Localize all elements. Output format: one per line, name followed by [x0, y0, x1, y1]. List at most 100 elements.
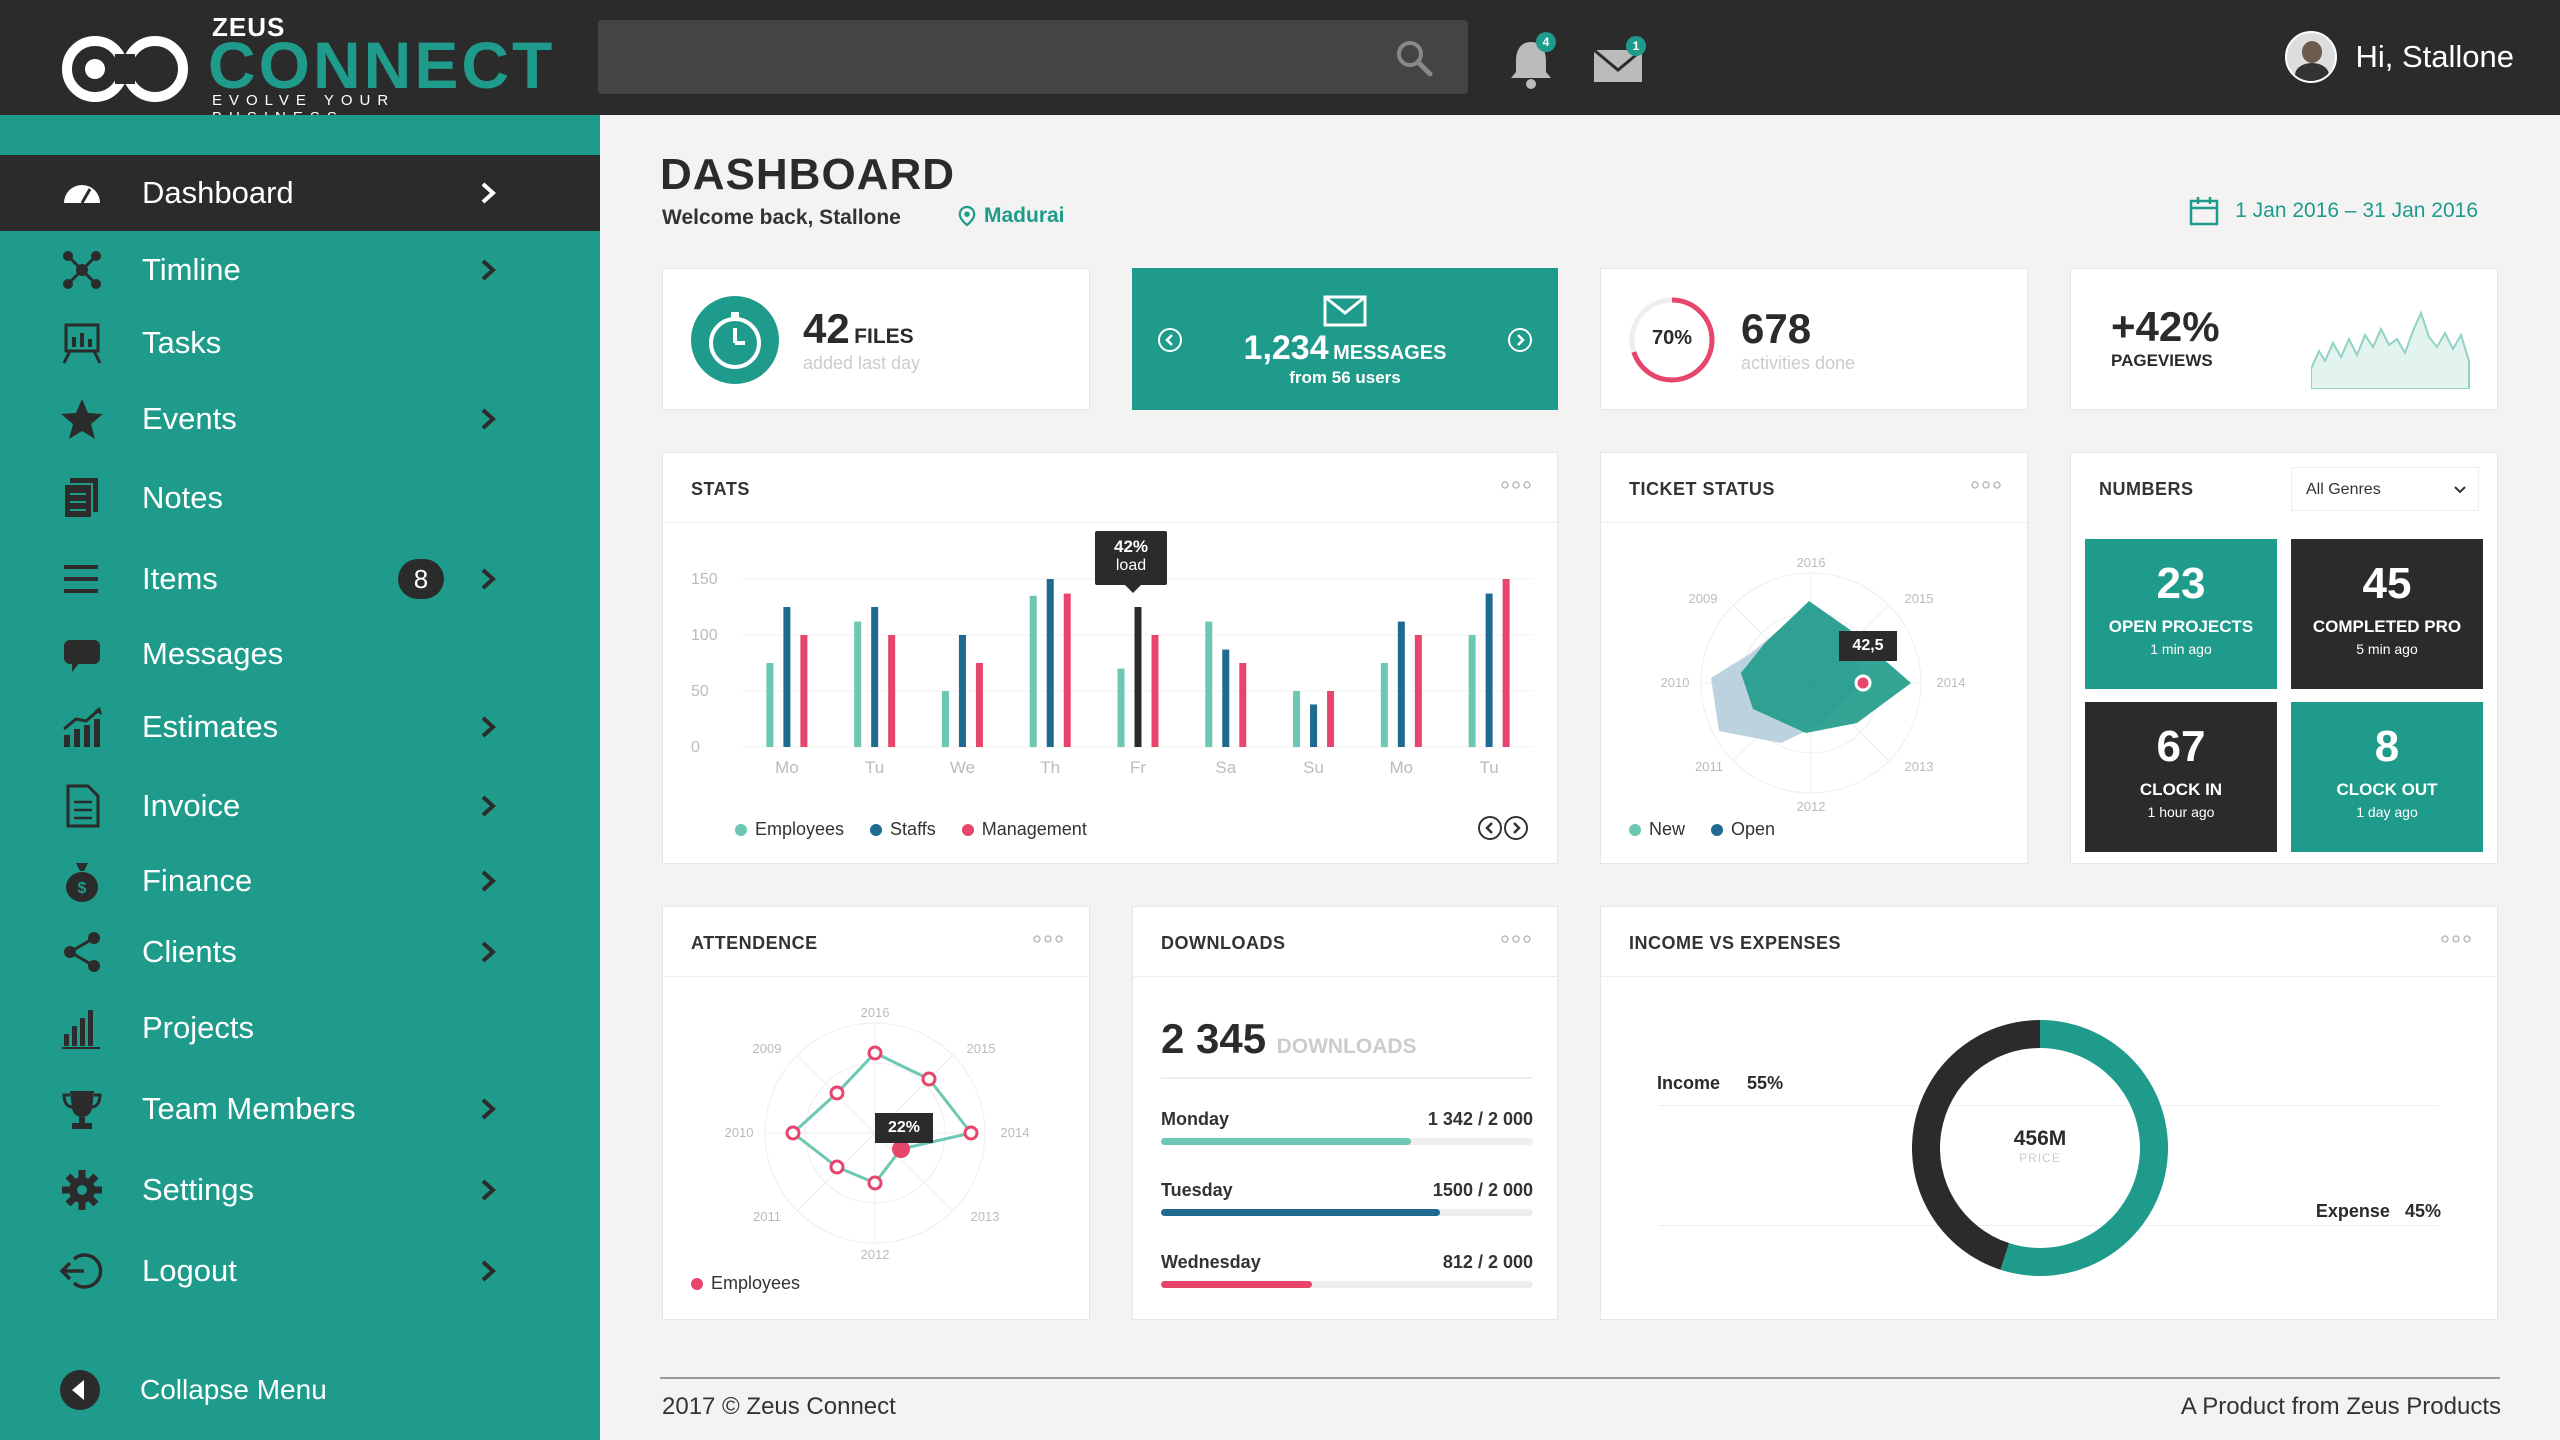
chevron-right-icon: [481, 259, 496, 281]
notifications-badge: 4: [1536, 32, 1556, 52]
svg-text:$: $: [78, 880, 87, 897]
timeline-nodes-icon: [63, 251, 101, 289]
chevron-right-icon: [481, 795, 496, 817]
income-card-header: INCOME VS EXPENSES: [1601, 907, 2497, 977]
activities-sub: activities done: [1741, 353, 1856, 373]
more-options-icon[interactable]: [1501, 933, 1531, 945]
legend-management: Management: [961, 819, 1087, 840]
logo-mark-icon: [62, 36, 188, 102]
chat-bubble-icon: [64, 640, 100, 672]
clock-out-tile[interactable]: 8 CLOCK OUT 1 day ago: [2291, 702, 2483, 852]
stats-x-tick: Tu: [865, 758, 884, 777]
sidebar-item-estimates[interactable]: Estimates: [0, 689, 600, 765]
downloads-card: DOWNLOADS 2 345 DOWNLOADS Monday 1 342 / …: [1132, 906, 1558, 1320]
sidebar-item-label: Estimates: [142, 709, 279, 744]
stats-next-button[interactable]: [1503, 815, 1529, 841]
sidebar-item-tasks[interactable]: Tasks: [0, 305, 600, 381]
tile-value: 45: [2362, 559, 2412, 608]
list-icon: [64, 565, 98, 593]
tile-sub: 1 hour ago: [2147, 804, 2215, 820]
clock-in-tile[interactable]: 67 CLOCK IN 1 hour ago: [2085, 702, 2277, 852]
stats-legend: Employees Staffs Management: [735, 819, 1087, 840]
search-icon[interactable]: [1394, 38, 1434, 78]
stats-bar: [766, 663, 774, 747]
legend-new: New: [1629, 819, 1685, 840]
ticket-title: TICKET STATUS: [1629, 479, 1775, 499]
stats-x-tick: Tu: [1480, 758, 1499, 777]
stats-bar: [1117, 668, 1125, 747]
stats-card: STATS 0 50 100 150 Mo Tu We Th Fr Sa Su Mo Tu 42% lo…: [662, 452, 1558, 864]
sidebar-item-finance[interactable]: $ Finance: [0, 843, 600, 919]
sidebar-item-logout[interactable]: Logout: [0, 1233, 600, 1309]
sidebar-item-label: Events: [142, 401, 237, 436]
avatar[interactable]: [2285, 31, 2338, 83]
tile-label: CLOCK OUT: [2336, 780, 2438, 799]
downloads-total: 2 345: [1161, 1015, 1267, 1062]
completed-projects-tile[interactable]: 45 COMPLETED PRO 5 min ago: [2291, 539, 2483, 689]
messages-unit: MESSAGES: [1333, 342, 1447, 364]
logo[interactable]: ZEUS CONNECT EVOLVE YOUR BUSINESS: [56, 12, 552, 126]
more-options-icon[interactable]: [1501, 479, 1531, 491]
stats-x-tick: We: [950, 758, 975, 777]
ticket-axis-label: 2016: [1797, 555, 1826, 570]
search-input[interactable]: [598, 20, 1468, 94]
messages-button[interactable]: 1: [1592, 36, 1646, 84]
tile-value: 23: [2156, 559, 2206, 608]
stats-tooltip-label: load: [1115, 557, 1147, 574]
downloads-unit: DOWNLOADS: [1276, 1035, 1417, 1058]
sidebar-item-invoice[interactable]: Invoice: [0, 768, 600, 844]
sidebar-item-dashboard[interactable]: Dashboard: [0, 155, 600, 231]
pageviews-label: PAGEVIEWS: [2111, 351, 2213, 370]
downloads-row-tuesday: Tuesday 1500 / 2 000: [1161, 1180, 1533, 1216]
more-options-icon[interactable]: [2441, 933, 2471, 945]
notifications-button[interactable]: 4: [1506, 32, 1556, 90]
logout-icon: [60, 1253, 103, 1289]
next-arrow-icon[interactable]: [1507, 327, 1533, 353]
location[interactable]: Madurai: [958, 204, 1065, 228]
sidebar-item-events[interactable]: Events: [0, 381, 600, 457]
share-nodes-icon: [64, 932, 100, 972]
genre-filter-value: All Genres: [2306, 481, 2381, 498]
map-pin-icon: [958, 205, 976, 227]
sidebar-item-label: Messages: [142, 636, 284, 671]
downloads-card-header: DOWNLOADS: [1133, 907, 1557, 977]
attendence-axis-label: 2012: [861, 1247, 890, 1262]
more-options-icon[interactable]: [1033, 933, 1063, 945]
stats-x-tick: Mo: [775, 758, 799, 777]
sidebar-item-notes[interactable]: Notes: [0, 460, 600, 536]
sidebar-item-timline[interactable]: Timline: [0, 232, 600, 308]
income-center-label: PRICE: [2019, 1151, 2061, 1165]
tile-label: COMPLETED PRO: [2312, 617, 2462, 636]
page-title: DASHBOARD: [660, 150, 955, 199]
files-card: 42 FILES added last day: [662, 268, 1090, 410]
notes-icon: [63, 478, 98, 519]
sidebar-item-projects[interactable]: Projects: [0, 990, 600, 1066]
ticket-highlight-point: [1854, 674, 1872, 692]
logo-name: CONNECT: [208, 28, 556, 102]
sidebar-item-team-members[interactable]: Team Members: [0, 1071, 600, 1147]
user-menu[interactable]: Hi, Stallone: [2285, 30, 2514, 84]
downloads-divider: [1161, 1077, 1533, 1079]
stats-bar: [1063, 593, 1071, 747]
sidebar-item-label: Clients: [142, 934, 237, 969]
stats-y-tick: 50: [691, 683, 709, 700]
sidebar-item-clients[interactable]: Clients: [0, 914, 600, 990]
open-projects-tile[interactable]: 23 OPEN PROJECTS 1 min ago: [2085, 539, 2277, 689]
stats-tooltip-pointer: [1125, 585, 1141, 593]
genre-filter-select[interactable]: All Genres: [2291, 467, 2479, 511]
attendence-axis-label: 2009: [753, 1041, 782, 1056]
date-range-picker[interactable]: 1 Jan 2016 – 31 Jan 2016: [2189, 196, 2478, 226]
stats-bar: [854, 621, 862, 747]
top-bar: ZEUS CONNECT EVOLVE YOUR BUSINESS 4 1 Hi…: [0, 0, 2560, 126]
sidebar-item-items[interactable]: Items 8: [0, 541, 600, 617]
chevron-right-icon: [481, 1098, 496, 1120]
collapse-menu-button[interactable]: Collapse Menu: [0, 1352, 600, 1428]
more-options-icon[interactable]: [1971, 479, 2001, 491]
sidebar-item-settings[interactable]: Settings: [0, 1152, 600, 1228]
ticket-axis-label: 2010: [1661, 675, 1690, 690]
stats-prev-button[interactable]: [1477, 815, 1503, 841]
stats-bar: [1134, 607, 1142, 747]
sidebar-item-messages[interactable]: Messages: [0, 616, 600, 692]
stats-y-tick: 100: [691, 627, 718, 644]
files-unit: FILES: [854, 325, 914, 348]
